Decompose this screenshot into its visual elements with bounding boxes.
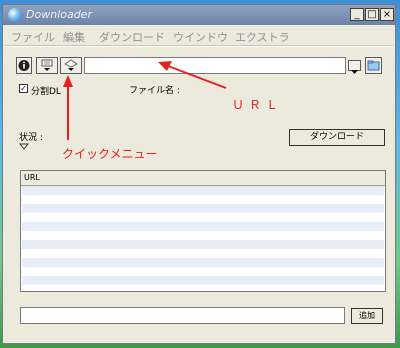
annotation-url: ＵＲＬ	[232, 98, 284, 112]
annotation-quick-menu: クイックメニュー	[62, 147, 158, 161]
annotation-arrows	[63, 61, 227, 140]
